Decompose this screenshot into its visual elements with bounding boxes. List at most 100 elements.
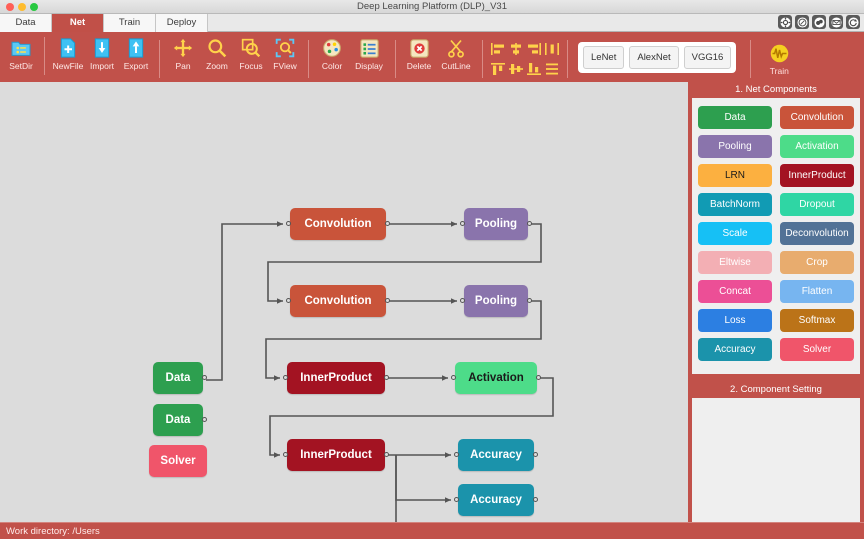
cloud-icon[interactable] [812,15,826,29]
component-loss[interactable]: Loss [698,309,772,332]
node-port-in[interactable] [460,298,465,303]
tab-bar-filler [208,14,864,31]
component-batchnorm[interactable]: BatchNorm [698,193,772,216]
align-center-horizontal-icon[interactable] [508,42,524,56]
mail-icon[interactable] [829,15,843,29]
network-canvas[interactable]: Data Data Solver Convolution Pooling Con… [0,82,688,522]
graph-node-conv1[interactable]: Convolution [290,208,386,240]
node-label: Convolution [304,295,371,307]
node-port-in[interactable] [286,221,291,226]
component-deconvolution[interactable]: Deconvolution [780,222,854,245]
pan-button[interactable]: Pan [166,33,200,71]
cutline-button[interactable]: CutLine [436,33,476,71]
align-left-icon[interactable] [490,42,506,56]
graph-node-accuracy1[interactable]: Accuracy [458,439,534,471]
toolbar-divider [567,40,568,78]
align-bottom-icon[interactable] [526,62,542,76]
component-scale[interactable]: Scale [698,222,772,245]
tab-net[interactable]: Net [52,14,104,32]
component-lrn[interactable]: LRN [698,164,772,187]
node-port-in[interactable] [286,298,291,303]
export-button[interactable]: Export [119,33,153,71]
node-port-in[interactable] [283,452,288,457]
compass-icon[interactable] [795,15,809,29]
component-softmax[interactable]: Softmax [780,309,854,332]
tab-data[interactable]: Data [0,14,52,32]
component-eltwise[interactable]: Eltwise [698,251,772,274]
distribute-vertical-icon[interactable] [544,62,560,76]
toolbar-divider [308,40,309,78]
toolbar-divider [44,37,45,75]
preset-alexnet[interactable]: AlexNet [629,46,678,69]
graph-node-innerproduct2[interactable]: InnerProduct [287,439,385,471]
delete-button[interactable]: Delete [402,33,436,71]
graph-node-conv2[interactable]: Convolution [290,285,386,317]
zoom-label: Zoom [206,61,228,71]
component-innerproduct[interactable]: InnerProduct [780,164,854,187]
component-concat[interactable]: Concat [698,280,772,303]
tab-train[interactable]: Train [104,14,156,32]
node-port-in[interactable] [460,221,465,226]
window-title: Deep Learning Platform (DLP)_V31 [0,1,864,12]
setdir-button[interactable]: SetDir [4,33,38,71]
node-port-in[interactable] [454,497,459,502]
gear-icon[interactable] [778,15,792,29]
component-setting-body[interactable] [692,398,860,530]
component-dropout[interactable]: Dropout [780,193,854,216]
node-port-out[interactable] [533,452,538,457]
refresh-icon[interactable] [846,15,860,29]
status-bar: Work directory: /Users [0,522,864,539]
zoom-button[interactable]: Zoom [200,33,234,71]
node-port-out[interactable] [385,298,390,303]
node-port-out[interactable] [384,375,389,380]
align-center-vertical-icon[interactable] [508,62,524,76]
graph-node-innerproduct1[interactable]: InnerProduct [287,362,385,394]
node-port-out[interactable] [536,375,541,380]
node-port-out[interactable] [202,375,207,380]
component-data[interactable]: Data [698,106,772,129]
color-button[interactable]: Color [315,33,349,71]
align-top-icon[interactable] [490,62,506,76]
node-port-in[interactable] [454,452,459,457]
align-right-icon[interactable] [526,42,542,56]
component-activation[interactable]: Activation [780,135,854,158]
component-accuracy[interactable]: Accuracy [698,338,772,361]
color-label: Color [322,61,342,71]
distribute-horizontal-icon[interactable] [544,42,560,56]
net-components-list: Data Convolution Pooling Activation LRN … [692,98,860,374]
node-port-out[interactable] [384,452,389,457]
node-port-out[interactable] [527,298,532,303]
component-solver[interactable]: Solver [780,338,854,361]
pan-icon [173,36,193,60]
display-button[interactable]: Display [349,33,389,71]
newfile-button[interactable]: NewFile [51,33,85,71]
node-port-out[interactable] [202,417,207,422]
folder-settings-icon [11,36,31,60]
graph-node-pool1[interactable]: Pooling [464,208,528,240]
component-pooling[interactable]: Pooling [698,135,772,158]
node-port-in[interactable] [283,375,288,380]
fview-button[interactable]: FView [268,33,302,71]
preset-vgg16[interactable]: VGG16 [684,46,732,69]
graph-node-data2[interactable]: Data [153,404,203,436]
node-port-out[interactable] [533,497,538,502]
toolbar-group-view: Pan Zoom Focus FView [166,33,302,81]
component-convolution[interactable]: Convolution [780,106,854,129]
node-label: InnerProduct [300,372,372,384]
train-button[interactable]: Train [757,38,801,76]
tab-deploy[interactable]: Deploy [156,14,208,32]
focus-button[interactable]: Focus [234,33,268,71]
graph-node-solver[interactable]: Solver [149,445,207,477]
node-port-out[interactable] [385,221,390,226]
graph-node-activation[interactable]: Activation [455,362,537,394]
component-crop[interactable]: Crop [780,251,854,274]
import-button[interactable]: Import [85,33,119,71]
node-port-in[interactable] [451,375,456,380]
preset-lenet[interactable]: LeNet [583,46,624,69]
palette-icon [322,36,342,60]
component-flatten[interactable]: Flatten [780,280,854,303]
graph-node-pool2[interactable]: Pooling [464,285,528,317]
graph-node-accuracy2[interactable]: Accuracy [458,484,534,516]
graph-node-data1[interactable]: Data [153,362,203,394]
node-port-out[interactable] [527,221,532,226]
